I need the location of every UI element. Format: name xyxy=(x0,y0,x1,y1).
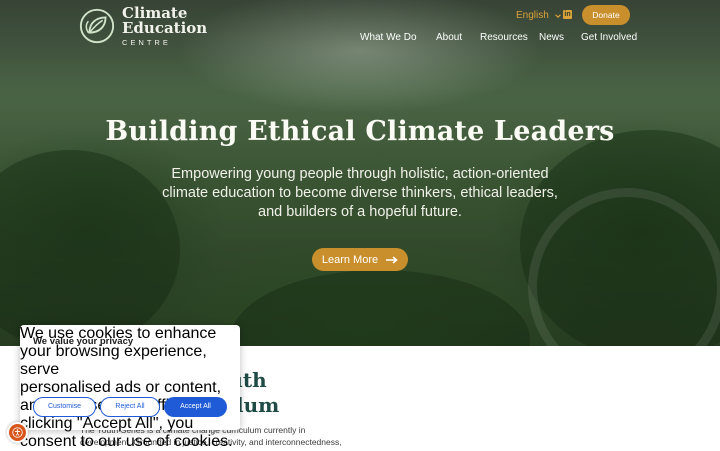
language-label: English xyxy=(516,10,549,21)
cookie-text-line: clicking "Accept All", you consent to ou… xyxy=(20,415,233,450)
chevron-down-icon xyxy=(554,13,561,18)
leaf-circle-logo-icon xyxy=(79,9,115,44)
hero-title: Building Ethical Climate Leaders xyxy=(105,116,615,147)
accept-all-button[interactable]: Accept All xyxy=(164,397,227,417)
hero-banner: Climate Education CENTRE English in Dona… xyxy=(0,0,720,346)
accessibility-button[interactable] xyxy=(7,422,28,443)
site-logo[interactable]: Climate Education CENTRE xyxy=(78,6,207,47)
nav-item-what-we-do[interactable]: What We Do xyxy=(360,32,417,43)
logo-line2: Education xyxy=(122,19,208,37)
hero-subtitle-line: Empowering young people through holistic… xyxy=(171,166,549,182)
nav-item-news[interactable]: News xyxy=(539,32,564,43)
learn-more-label: Learn More xyxy=(321,253,379,266)
donate-button[interactable]: Donate xyxy=(582,5,630,25)
arrow-right-icon xyxy=(386,255,398,264)
accessibility-icon xyxy=(12,427,23,438)
logo-text: Climate Education CENTRE xyxy=(122,6,207,47)
nav-item-get-involved[interactable]: Get Involved xyxy=(581,32,637,43)
hero-subtitle-line: climate education to become diverse thin… xyxy=(162,185,558,201)
learn-more-button[interactable]: Learn More xyxy=(312,248,408,271)
nav-item-resources[interactable]: Resources xyxy=(480,32,528,43)
logo-line3: CENTRE xyxy=(122,38,171,47)
hero-subtitle-line: and builders of a hopeful future. xyxy=(258,204,462,220)
cookie-consent-dialog: We value your privacy We use cookies to … xyxy=(20,325,240,450)
cookie-title: We value your privacy xyxy=(33,336,134,347)
linkedin-icon[interactable]: in xyxy=(563,10,572,19)
nav-item-about[interactable]: About xyxy=(436,32,462,43)
hero-subtitle: Empowering young people through holistic… xyxy=(150,165,570,222)
customise-button[interactable]: Customise xyxy=(33,397,96,417)
cookie-text-line: We use cookies to enhance your browsing … xyxy=(20,325,217,378)
reject-all-button[interactable]: Reject All xyxy=(100,397,160,417)
language-selector[interactable]: English xyxy=(516,10,562,21)
